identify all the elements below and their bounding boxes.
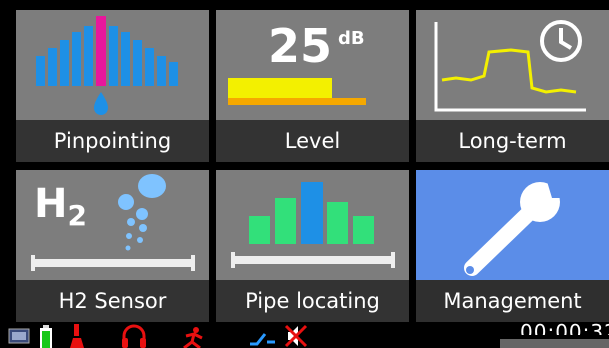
- tile-label: Pinpointing: [16, 120, 209, 162]
- runner-icon: [183, 327, 203, 348]
- tile-label: Long-term: [416, 120, 609, 162]
- wrench-icon: [464, 178, 566, 276]
- level-icon: 25 dB: [216, 10, 409, 120]
- tile-management[interactable]: Management: [416, 170, 609, 322]
- tile-pipe-locating[interactable]: Pipe locating: [216, 170, 409, 322]
- pinpointing-icon: [36, 16, 178, 115]
- long-term-icon: [434, 20, 586, 112]
- status-bar: [0, 322, 609, 348]
- clock: 00:00:32: [520, 321, 609, 335]
- pipe-locating-icon: [231, 182, 395, 268]
- battery-icon: [8, 328, 30, 344]
- headphones-icon: [122, 324, 146, 348]
- tile-label: Pipe locating: [216, 280, 409, 322]
- microphone-icon: [70, 324, 84, 348]
- speaker-muted-icon: [284, 324, 308, 348]
- tile-long-term[interactable]: Long-term: [416, 10, 609, 162]
- tile-label: Level: [216, 120, 409, 162]
- tile-h2-sensor[interactable]: H2 H2 Sensor: [16, 170, 209, 322]
- connection-icon: [250, 333, 275, 346]
- tile-level[interactable]: 25 dB Level: [216, 10, 409, 162]
- tile-label: Management: [416, 280, 609, 322]
- green-battery-icon: [40, 325, 52, 348]
- tile-pinpointing[interactable]: Pinpointing: [16, 10, 209, 162]
- progress-track: [500, 339, 609, 348]
- h2-sensor-icon: H2: [16, 170, 209, 280]
- tile-label: H2 Sensor: [16, 280, 209, 322]
